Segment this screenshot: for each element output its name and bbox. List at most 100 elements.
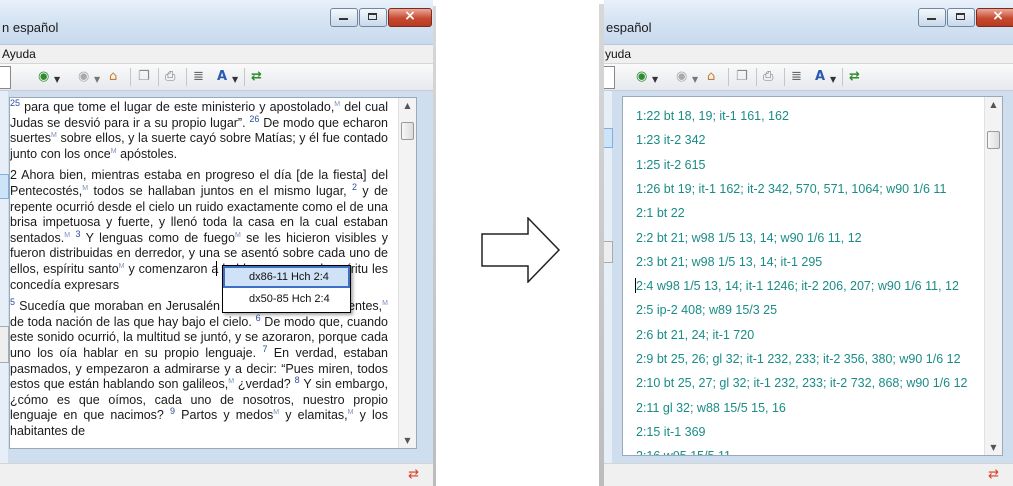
font-size-icon[interactable]: A (815, 69, 825, 85)
left-window-controls: × (329, 8, 432, 27)
side-pane-selected-item[interactable] (604, 128, 613, 148)
scroll-up-icon[interactable]: ▲ (399, 101, 416, 110)
verse-text-segment: para que tome el lugar de este ministeri… (20, 100, 335, 114)
verse-number[interactable]: 26 (249, 113, 259, 123)
popup-list: dx86-11 Hch 2:4 dx50-85 Hch 2:4 (223, 266, 350, 310)
reference-line[interactable]: 2:5 ip-2 408; w89 15/3 25 (636, 303, 777, 317)
menu-ayuda[interactable]: Ayuda (2, 47, 36, 61)
scroll-up-icon[interactable]: ▲ (985, 100, 1002, 109)
right-references-view: 1:22 bt 18, 19; it-1 161, 162 1:23 it-2 3… (622, 96, 1003, 456)
minimize-icon (927, 18, 936, 20)
maximize-button[interactable] (947, 8, 975, 27)
verse-text-segment: espíritu santo (43, 261, 119, 276)
close-button[interactable]: × (388, 8, 432, 27)
menu-ayuda[interactable]: yuda (605, 47, 631, 61)
verse-text-segment: todos se hallaban juntos en el mismo lug… (88, 183, 353, 198)
back-dropdown-icon[interactable]: ▼ (652, 72, 658, 88)
popup-reference-item[interactable]: dx86-11 Hch 2:4 (223, 266, 350, 288)
side-pane-scrollbar[interactable] (604, 241, 613, 263)
left-statusbar: ⇄ (0, 463, 433, 486)
reference-line[interactable]: 1:23 it-2 342 (636, 133, 706, 147)
verse-text-segment: sobre ellos, y la suerte cayó sobre Matí… (10, 131, 388, 161)
reference-line[interactable]: 2:9 bt 25, 26; gl 32; it-1 232, 233; it-… (636, 352, 961, 366)
reference-line[interactable]: 2:2 bt 21; w98 1/5 13, 14; w90 1/6 11, 1… (636, 231, 862, 245)
toolbar-separator (784, 68, 785, 86)
sync-icon[interactable]: ⇄ (849, 69, 860, 85)
right-menubar: yuda (604, 45, 1013, 64)
reference-line[interactable]: 2:16 w95 15/5 11 (636, 449, 731, 455)
home-icon[interactable]: ⌂ (707, 69, 715, 85)
right-panel-box (604, 66, 615, 89)
left-menubar: Ayuda (0, 45, 433, 64)
popup-reference-item[interactable]: dx50-85 Hch 2:4 (223, 288, 350, 310)
verse-paragraph: 25 para que tome el lugar de este minist… (10, 98, 388, 162)
minimize-button[interactable] (918, 8, 946, 27)
side-pane-scrollbar[interactable] (0, 326, 9, 363)
verse-paragraph: 5 Sucedía que moraban en Jerusalén judío… (10, 297, 388, 439)
print-icon[interactable]: ⎙ (763, 69, 773, 85)
side-pane-selected-item[interactable] (0, 174, 9, 199)
sync-status-icon[interactable]: ⇄ (988, 467, 999, 482)
right-vertical-scrollbar[interactable]: ▲ ▼ (984, 97, 1002, 455)
columns-icon[interactable]: ≣ (193, 69, 204, 85)
reference-line[interactable]: 2:6 bt 21, 24; it-1 720 (636, 328, 754, 342)
columns-icon[interactable]: ≣ (791, 69, 802, 85)
reference-line[interactable]: 2:4 w98 1/5 13, 14; it-1 1246; it-2 206,… (636, 279, 959, 293)
reference-line[interactable]: 1:26 bt 19; it-1 162; it-2 342, 570, 571… (636, 182, 946, 196)
minimize-button[interactable] (330, 8, 358, 27)
back-dropdown-icon[interactable]: ▼ (54, 72, 60, 88)
back-icon[interactable]: ◉ (38, 69, 49, 85)
print-icon[interactable]: ⎙ (165, 69, 175, 85)
scroll-thumb[interactable] (987, 131, 1000, 149)
right-window-controls: × (917, 8, 1013, 27)
right-window: español × yuda ◉ ▼ ◉ ▼ ⌂ ❐ ⎙ ≣ A ▼ ⇄ 1:2… (604, 0, 1013, 486)
maximize-icon (368, 13, 377, 20)
forward-dropdown-icon[interactable]: ▼ (94, 72, 100, 88)
verse-text-segment: Y lenguas como de fuego (80, 230, 235, 245)
scroll-thumb[interactable] (401, 122, 414, 140)
close-button[interactable]: × (976, 8, 1013, 27)
verse-number[interactable]: 25 (10, 98, 20, 108)
verse-text-segment: apóstoles. (116, 146, 178, 161)
forward-icon[interactable]: ◉ (676, 69, 687, 85)
reference-line[interactable]: 2:10 bt 25, 27; gl 32; it-1 232, 233; it… (636, 376, 968, 390)
scroll-down-icon[interactable]: ▼ (985, 443, 1002, 452)
reference-line[interactable]: 2:15 it-1 369 (636, 425, 706, 439)
forward-dropdown-icon[interactable]: ▼ (692, 72, 698, 88)
sync-status-icon[interactable]: ⇄ (408, 467, 419, 482)
reference-line[interactable]: 1:22 bt 18, 19; it-1 161, 162 (636, 109, 789, 123)
reference-line[interactable]: 2:3 bt 21; w98 1/5 13, 14; it-1 295 (636, 255, 822, 269)
scroll-down-icon[interactable]: ▼ (399, 436, 416, 445)
right-statusbar: ⇄ (604, 463, 1013, 486)
left-window: n español × Ayuda ◉ ▼ ◉ ▼ ⌂ ❐ ⎙ ≣ A ▼ ⇄ … (0, 0, 433, 486)
copy-icon[interactable]: ❐ (138, 69, 150, 85)
toolbar-separator (186, 68, 187, 86)
right-toolbar: ◉ ▼ ◉ ▼ ⌂ ❐ ⎙ ≣ A ▼ ⇄ (604, 64, 1013, 91)
home-icon[interactable]: ⌂ (109, 69, 117, 85)
right-side-pane (604, 91, 613, 464)
right-titlebar: español × (604, 0, 1013, 45)
left-text-view: 25 para que tome el lugar de este minist… (9, 97, 417, 449)
left-toolbar: ◉ ▼ ◉ ▼ ⌂ ❐ ⎙ ≣ A ▼ ⇄ (0, 64, 433, 91)
close-icon: × (404, 8, 416, 24)
font-size-icon[interactable]: A (217, 69, 227, 85)
verse-text-segment: y elamitas, (279, 408, 348, 423)
reference-line[interactable]: 1:25 it-2 615 (636, 158, 706, 172)
font-dropdown-icon[interactable]: ▼ (830, 72, 836, 88)
maximize-icon (956, 13, 965, 20)
maximize-button[interactable] (359, 8, 387, 27)
toolbar-separator (756, 68, 757, 86)
text-cursor (635, 278, 636, 293)
font-dropdown-icon[interactable]: ▼ (232, 72, 238, 88)
reference-line[interactable]: 2:11 gl 32; w88 15/5 15, 16 (636, 401, 786, 415)
toolbar-separator (130, 68, 131, 86)
back-icon[interactable]: ◉ (636, 69, 647, 85)
sync-icon[interactable]: ⇄ (251, 69, 262, 85)
reference-line[interactable]: 2:1 bt 22 (636, 206, 685, 220)
forward-icon[interactable]: ◉ (78, 69, 89, 85)
marginal-reference-mark[interactable]: M (382, 300, 388, 307)
left-vertical-scrollbar[interactable]: ▲ ▼ (398, 98, 416, 448)
toolbar-separator (158, 68, 159, 86)
copy-icon[interactable]: ❐ (736, 69, 748, 85)
verse-text-segment: de toda nación de las que hay bajo el ci… (10, 314, 256, 329)
